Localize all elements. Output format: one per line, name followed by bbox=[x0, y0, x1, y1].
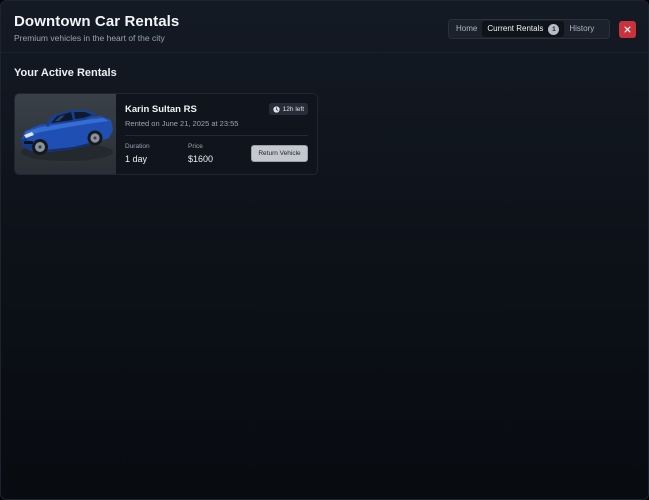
duration-label: Duration bbox=[125, 143, 150, 150]
rented-on-text: Rented on June 21, 2025 at 23:55 bbox=[125, 119, 239, 128]
close-button[interactable] bbox=[619, 21, 636, 38]
tab-history-label: History bbox=[569, 24, 595, 33]
clock-icon bbox=[273, 105, 280, 113]
tab-current-rentals[interactable]: Current Rentals 1 bbox=[482, 21, 565, 37]
close-icon bbox=[624, 26, 631, 33]
price-label: Price bbox=[188, 143, 203, 150]
tab-history[interactable]: History bbox=[564, 21, 599, 37]
rentals-count-badge: 1 bbox=[548, 23, 560, 35]
car-image bbox=[15, 94, 116, 174]
rental-app-window: Downtown Car Rentals Premium vehicles in… bbox=[0, 0, 649, 500]
app-title: Downtown Car Rentals bbox=[14, 13, 180, 30]
duration-value: 1 day bbox=[125, 154, 148, 164]
section-title: Your Active Rentals bbox=[14, 67, 117, 79]
tab-home[interactable]: Home bbox=[451, 21, 482, 37]
car-name: Karin Sultan RS bbox=[125, 104, 197, 115]
return-vehicle-button[interactable]: Return Vehicle bbox=[251, 145, 308, 162]
time-left-text: 12h left bbox=[282, 105, 304, 113]
header: Downtown Car Rentals Premium vehicles in… bbox=[1, 1, 648, 53]
divider bbox=[125, 135, 308, 136]
tab-home-label: Home bbox=[456, 24, 478, 33]
price-value: $1600 bbox=[188, 154, 214, 164]
rental-details: Karin Sultan RS Rented on June 21, 2025 … bbox=[125, 94, 317, 174]
time-left-badge: 12h left bbox=[268, 103, 308, 115]
app-subtitle: Premium vehicles in the heart of the cit… bbox=[14, 33, 165, 43]
tab-current-rentals-label: Current Rentals bbox=[487, 24, 544, 33]
rental-card: Karin Sultan RS Rented on June 21, 2025 … bbox=[14, 93, 318, 175]
nav-tabs: Home Current Rentals 1 History bbox=[448, 19, 610, 39]
car-illustration bbox=[21, 110, 113, 161]
